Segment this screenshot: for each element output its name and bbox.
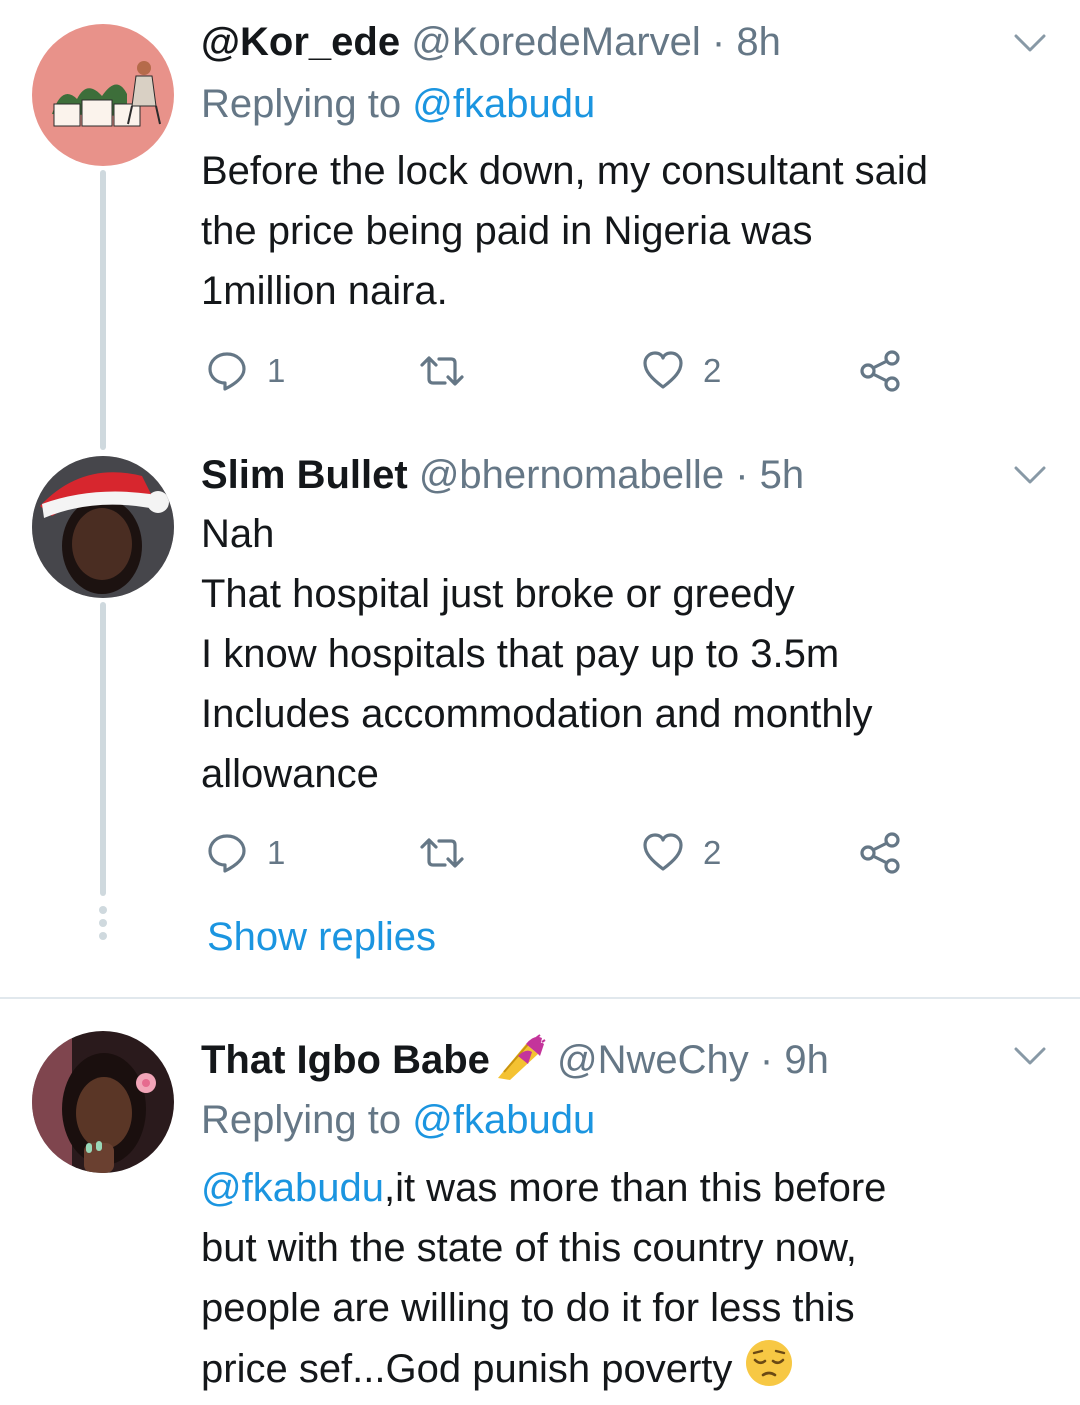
timestamp[interactable]: 8h	[736, 20, 781, 64]
reply-count: 1	[267, 834, 286, 871]
mention-link[interactable]: @fkabudu	[201, 1166, 384, 1210]
tweet-line: allowance	[201, 752, 379, 796]
display-name[interactable]: That Igbo Babe	[201, 1038, 490, 1082]
timestamp[interactable]: 5h	[760, 453, 805, 497]
avatar-slim-bullet[interactable]	[32, 456, 174, 598]
tweet-header: That Igbo Babe @NweChy · 9h	[201, 1034, 829, 1091]
tweet-2[interactable]: Slim Bullet @bhernomabelle · 5h Nah That…	[0, 440, 1080, 998]
tweet-line-rest: ,it was more than this before	[383, 1166, 887, 1210]
thread-dots	[98, 906, 108, 945]
avatar-kor-ede[interactable]	[32, 24, 174, 166]
tweet-text: Before the lock down, my consultant said…	[201, 141, 1051, 321]
avatar-that-igbo-babe[interactable]	[32, 1031, 174, 1173]
user-handle[interactable]: @KoredeMarvel	[411, 20, 701, 64]
tweet-line: price sef...God punish poverty	[201, 1338, 1051, 1405]
retweet-button[interactable]	[417, 829, 467, 877]
replying-prefix: Replying to	[201, 1098, 402, 1142]
tweet-header: Slim Bullet @bhernomabelle · 5h	[201, 451, 804, 499]
tweet-line-text: price sef...God punish poverty	[201, 1347, 733, 1392]
reply-button[interactable]: 1	[205, 347, 285, 395]
display-name[interactable]: @Kor_ede	[201, 20, 400, 64]
replying-to-link[interactable]: @fkabudu	[412, 1098, 595, 1142]
user-handle[interactable]: @bhernomabelle	[419, 453, 724, 497]
tweet-line: the price being paid in Nigeria was	[201, 209, 813, 253]
tweet-actions: 1 2	[201, 347, 921, 395]
retweet-icon	[420, 838, 464, 868]
thread-line	[100, 602, 106, 896]
tweet-line: Before the lock down, my consultant said	[201, 149, 929, 193]
tweet-line: people are willing to do it for less thi…	[201, 1286, 855, 1330]
share-icon	[860, 832, 900, 874]
replying-to: Replying to @fkabudu	[201, 1096, 595, 1144]
thread-line	[100, 170, 106, 450]
reply-icon	[208, 834, 246, 873]
like-icon	[643, 833, 683, 871]
like-count: 2	[703, 352, 722, 389]
reply-count: 1	[267, 352, 286, 389]
tweet-line: Includes accommodation and monthly	[201, 692, 873, 736]
tweet-line: @fkabudu,it was more than this before	[201, 1158, 1051, 1218]
replying-to-link[interactable]: @fkabudu	[412, 82, 595, 126]
replying-to: Replying to @fkabudu	[201, 80, 595, 128]
tweet-header: @Kor_ede @KoredeMarvel · 8h	[201, 18, 781, 66]
like-icon	[643, 351, 683, 389]
replying-prefix: Replying to	[201, 82, 402, 126]
separator: ·	[735, 453, 749, 497]
separator: ·	[711, 20, 726, 64]
chevron-down-icon[interactable]	[1012, 462, 1048, 488]
tweet-line: Nah	[201, 512, 275, 556]
tweet-line: That hospital just broke or greedy	[201, 572, 795, 616]
nail-polish-emoji	[490, 1034, 546, 1091]
user-handle[interactable]: @NweChy	[557, 1038, 749, 1082]
chevron-down-icon[interactable]	[1012, 1043, 1048, 1069]
tweet-line: 1million naira.	[201, 269, 448, 313]
like-button[interactable]: 2	[641, 829, 721, 877]
separator: ·	[759, 1038, 774, 1083]
display-name[interactable]: Slim Bullet	[201, 453, 408, 497]
reply-button[interactable]: 1	[205, 829, 285, 877]
tweet-text: @fkabudu,it was more than this before bu…	[201, 1158, 1051, 1405]
like-button[interactable]: 2	[641, 347, 721, 395]
share-icon	[860, 350, 900, 392]
share-button[interactable]	[859, 347, 903, 395]
tweet-text: Nah That hospital just broke or greedy I…	[201, 504, 1051, 804]
like-count: 2	[703, 834, 722, 871]
tweet-line: I know hospitals that pay up to 3.5m	[201, 632, 840, 676]
tweet-1[interactable]: @Kor_ede @KoredeMarvel · 8h Replying to …	[0, 0, 1080, 450]
tweet-actions: 1 2	[201, 829, 921, 877]
show-replies-link[interactable]: Show replies	[207, 913, 436, 961]
tweet-3[interactable]: That Igbo Babe @NweChy · 9h Replying to …	[0, 999, 1080, 1398]
share-button[interactable]	[859, 829, 903, 877]
pensive-face-emoji	[744, 1338, 794, 1405]
retweet-icon	[420, 356, 464, 386]
timestamp[interactable]: 9h	[784, 1038, 829, 1082]
reply-icon	[208, 352, 246, 391]
chevron-down-icon[interactable]	[1012, 30, 1048, 56]
retweet-button[interactable]	[417, 347, 467, 395]
tweet-line: but with the state of this country now,	[201, 1226, 857, 1270]
